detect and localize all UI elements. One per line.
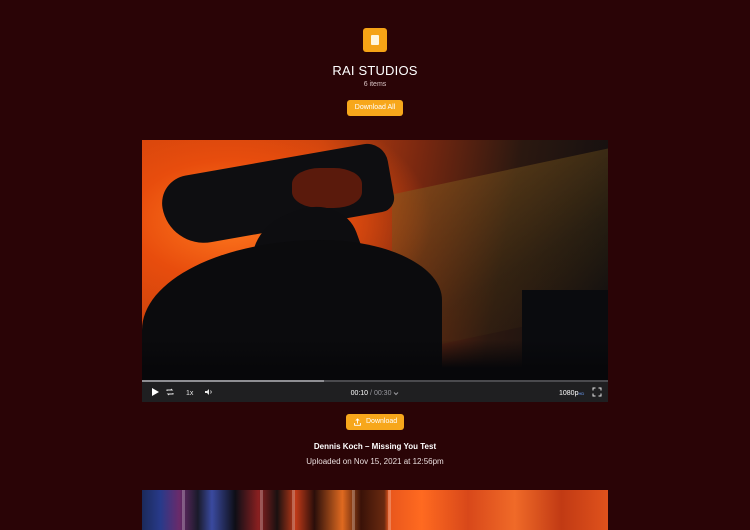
quality-selector[interactable]: 1080pHD [559, 389, 584, 398]
next-media-thumbnail[interactable] [142, 490, 608, 530]
time-separator: / [370, 390, 372, 397]
video-player[interactable]: 1x 00:10 / 00:30 1080pHD [142, 140, 608, 402]
quality-label: 1080p [559, 390, 579, 397]
media-title: Dennis Koch – Missing You Test [313, 442, 437, 451]
progress-fill [142, 380, 324, 382]
current-time: 00:10 [350, 390, 369, 397]
page-title: RAI STUDIOS [332, 63, 418, 78]
upload-date: Uploaded on Nov 15, 2021 at 12:56pm [306, 457, 444, 466]
chevron-down-icon[interactable] [393, 391, 399, 396]
download-all-button[interactable]: Download All [347, 100, 403, 116]
player-controls: 1x 00:10 / 00:30 1080pHD [142, 380, 608, 402]
duration: 00:30 [373, 390, 392, 397]
hd-badge: HD [578, 391, 585, 396]
item-count: 6 items [363, 81, 387, 88]
video-frame[interactable] [142, 140, 608, 380]
fullscreen-icon[interactable] [592, 387, 602, 397]
document-icon [363, 28, 387, 52]
progress-bar[interactable] [142, 380, 608, 382]
upload-tray-icon [354, 418, 361, 426]
download-button[interactable]: Download [346, 414, 404, 430]
download-label: Download [366, 418, 398, 425]
time-display: 00:10 / 00:30 [142, 389, 608, 398]
